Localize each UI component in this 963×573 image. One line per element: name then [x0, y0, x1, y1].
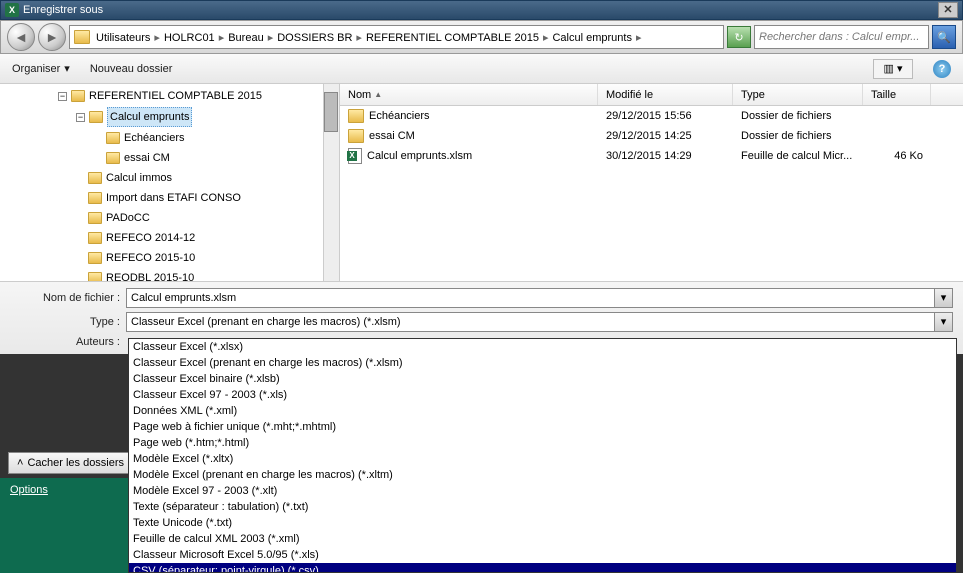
new-folder-button[interactable]: Nouveau dossier: [90, 63, 173, 75]
excel-options-panel: Options: [0, 478, 128, 573]
view-selector[interactable]: ▥ ▾: [873, 59, 913, 79]
tree-item[interactable]: REFECO 2015-10: [88, 248, 339, 268]
folder-icon: [88, 192, 102, 204]
tree-item[interactable]: REFECO 2014-12: [88, 228, 339, 248]
tree-item[interactable]: Import dans ETAFI CONSO: [88, 188, 339, 208]
organize-button[interactable]: Organiser▾: [12, 62, 70, 75]
folder-icon: [88, 232, 102, 244]
tree-item-root[interactable]: −REFERENTIEL COMPTABLE 2015: [70, 86, 339, 106]
folder-icon: [106, 152, 120, 164]
col-name[interactable]: Nom▲: [340, 84, 598, 105]
tree-item[interactable]: REODBL 2015-10: [88, 268, 339, 281]
list-item[interactable]: Calcul emprunts.xlsm30/12/2015 14:29Feui…: [340, 146, 963, 166]
col-size[interactable]: Taille: [863, 84, 931, 105]
authors-label: Auteurs :: [10, 336, 126, 348]
folder-icon: [71, 90, 85, 102]
collapse-icon[interactable]: −: [76, 113, 85, 122]
list-item[interactable]: Echéanciers29/12/2015 15:56Dossier de fi…: [340, 106, 963, 126]
help-button[interactable]: ?: [933, 60, 951, 78]
folder-icon: [348, 129, 364, 143]
tree-item-selected[interactable]: −Calcul emprunts: [88, 106, 339, 128]
tree-item[interactable]: Echéanciers: [106, 128, 339, 148]
close-button[interactable]: ✕: [938, 2, 958, 18]
col-type[interactable]: Type: [733, 84, 863, 105]
file-list: Nom▲ Modifié le Type Taille Echéanciers2…: [340, 84, 963, 281]
back-button[interactable]: ◄: [7, 23, 35, 51]
filetype-option[interactable]: Modèle Excel 97 - 2003 (*.xlt): [129, 483, 956, 499]
col-modified[interactable]: Modifié le: [598, 84, 733, 105]
filetype-option[interactable]: Classeur Excel (*.xlsx): [129, 339, 956, 355]
breadcrumb-segment[interactable]: Utilisateurs: [94, 32, 152, 44]
refresh-button[interactable]: ↻: [727, 26, 751, 48]
tree-scrollbar[interactable]: [323, 84, 339, 281]
filetype-option[interactable]: Données XML (*.xml): [129, 403, 956, 419]
search-button[interactable]: 🔍: [932, 25, 956, 49]
folder-icon: [88, 172, 102, 184]
titlebar: X Enregistrer sous ✕: [0, 0, 963, 20]
folder-icon: [348, 109, 364, 123]
excel-file-icon: [348, 148, 362, 164]
hide-folders-button[interactable]: ˄ Cacher les dossiers: [8, 452, 133, 474]
breadcrumb-segment[interactable]: DOSSIERS BR: [275, 32, 354, 44]
folder-icon: [88, 252, 102, 264]
filetype-option[interactable]: Texte (séparateur : tabulation) (*.txt): [129, 499, 956, 515]
search-input[interactable]: Rechercher dans : Calcul empr...: [754, 25, 929, 49]
folder-icon: [88, 212, 102, 224]
window-title: Enregistrer sous: [23, 4, 103, 16]
folder-icon: [106, 132, 120, 144]
filetype-option[interactable]: Page web à fichier unique (*.mht;*.mhtml…: [129, 419, 956, 435]
type-select[interactable]: Classeur Excel (prenant en charge les ma…: [126, 312, 953, 332]
options-link[interactable]: Options: [10, 484, 118, 496]
list-item[interactable]: essai CM29/12/2015 14:25Dossier de fichi…: [340, 126, 963, 146]
chevron-right-icon: ▸: [354, 32, 364, 44]
breadcrumb-segment[interactable]: HOLRC01: [162, 32, 217, 44]
filetype-dropdown[interactable]: Classeur Excel (*.xlsx)Classeur Excel (p…: [128, 338, 957, 573]
type-label: Type :: [10, 316, 126, 328]
sort-asc-icon: ▲: [374, 90, 382, 99]
dropdown-icon[interactable]: ▾: [934, 289, 952, 307]
dropdown-icon[interactable]: ▾: [934, 313, 952, 331]
chevron-right-icon: ▸: [152, 32, 162, 44]
chevron-right-icon: ▸: [634, 32, 644, 44]
breadcrumb-segment[interactable]: Bureau: [226, 32, 265, 44]
filetype-option[interactable]: Modèle Excel (*.xltx): [129, 451, 956, 467]
breadcrumb-segment[interactable]: REFERENTIEL COMPTABLE 2015: [364, 32, 541, 44]
main-area: −REFERENTIEL COMPTABLE 2015 −Calcul empr…: [0, 84, 963, 282]
excel-icon: X: [5, 3, 19, 17]
filetype-option[interactable]: CSV (séparateur: point-virgule) (*.csv): [129, 563, 956, 573]
breadcrumb[interactable]: Utilisateurs▸HOLRC01▸Bureau▸DOSSIERS BR▸…: [69, 25, 724, 49]
tree-item[interactable]: PADoCC: [88, 208, 339, 228]
folder-tree[interactable]: −REFERENTIEL COMPTABLE 2015 −Calcul empr…: [0, 84, 340, 281]
folder-icon: [88, 272, 102, 281]
folder-icon: [74, 30, 90, 44]
navbar: ◄ ► Utilisateurs▸HOLRC01▸Bureau▸DOSSIERS…: [0, 20, 963, 54]
filetype-option[interactable]: Feuille de calcul XML 2003 (*.xml): [129, 531, 956, 547]
tree-item[interactable]: Calcul immos: [88, 168, 339, 188]
chevron-up-icon: ˄: [17, 457, 23, 469]
list-header: Nom▲ Modifié le Type Taille: [340, 84, 963, 106]
filetype-option[interactable]: Classeur Excel (prenant en charge les ma…: [129, 355, 956, 371]
tree-item[interactable]: essai CM: [106, 148, 339, 168]
filetype-option[interactable]: Texte Unicode (*.txt): [129, 515, 956, 531]
chevron-right-icon: ▸: [217, 32, 227, 44]
filetype-option[interactable]: Classeur Excel 97 - 2003 (*.xls): [129, 387, 956, 403]
filetype-option[interactable]: Modèle Excel (prenant en charge les macr…: [129, 467, 956, 483]
breadcrumb-segment[interactable]: Calcul emprunts: [550, 32, 633, 44]
filetype-option[interactable]: Classeur Microsoft Excel 5.0/95 (*.xls): [129, 547, 956, 563]
forward-button[interactable]: ►: [38, 23, 66, 51]
filetype-option[interactable]: Page web (*.htm;*.html): [129, 435, 956, 451]
filename-label: Nom de fichier :: [10, 292, 126, 304]
toolbar: Organiser▾ Nouveau dossier ▥ ▾ ?: [0, 54, 963, 84]
filetype-option[interactable]: Classeur Excel binaire (*.xlsb): [129, 371, 956, 387]
chevron-right-icon: ▸: [266, 32, 276, 44]
folder-icon: [89, 111, 103, 123]
filename-input[interactable]: Calcul emprunts.xlsm ▾: [126, 288, 953, 308]
collapse-icon[interactable]: −: [58, 92, 67, 101]
